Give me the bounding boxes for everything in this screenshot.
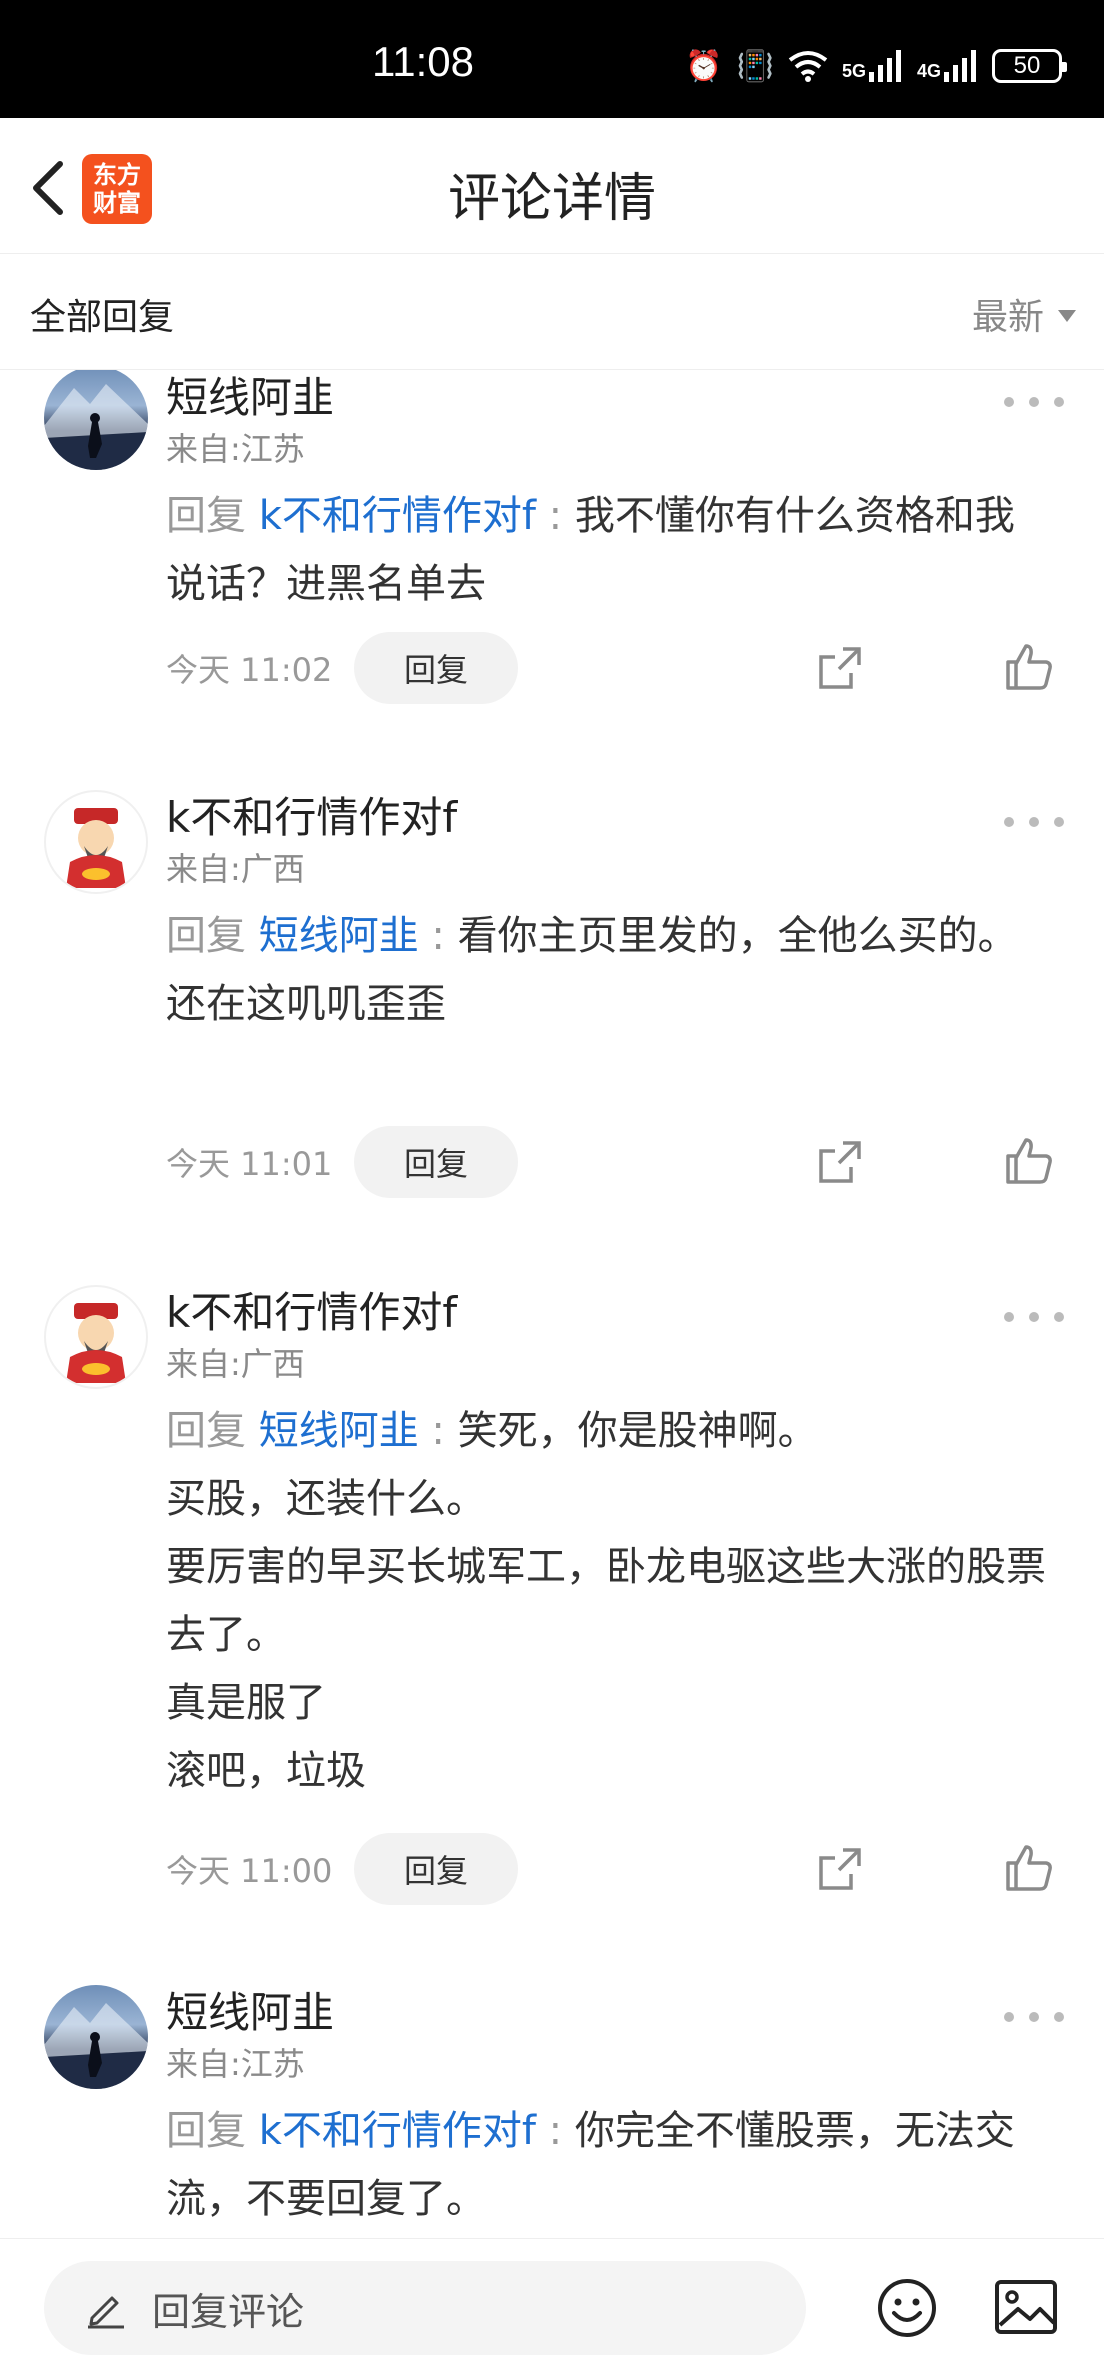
comment-meta: 今天 11:01 回复	[166, 1126, 518, 1198]
comment-location: 来自:江苏	[166, 430, 305, 468]
comment-body: 回复 k不和行情作对f : 你完全不懂股票，无法交流，不要回复了。	[166, 2108, 1015, 2222]
comment-body: 回复 k不和行情作对f : 我不懂你有什么资格和我说话？进黑名单去	[166, 493, 1015, 607]
more-dots-icon[interactable]	[1004, 2007, 1064, 2027]
pencil-icon	[88, 2296, 124, 2329]
avatar[interactable]	[44, 370, 148, 470]
comment-list[interactable]: 短线阿韭 来自:江苏 回复 k不和行情作对f : 我不懂你有什么资格和我说话？进…	[0, 370, 1104, 2238]
comment-location: 来自:广西	[166, 850, 305, 888]
comment-location: 来自:广西	[166, 1345, 305, 1383]
share-icon[interactable]	[815, 643, 865, 693]
mention-link[interactable]: k不和行情作对f	[259, 2108, 536, 2154]
image-icon[interactable]	[994, 2279, 1058, 2335]
sort-label: 最新	[971, 297, 1044, 338]
comment-body: 回复 短线阿韭 : 看你主页里发的，全他么买的。 还在这叽叽歪歪	[166, 913, 1018, 1027]
battery-icon: 50	[992, 49, 1067, 83]
comment-location: 来自:江苏	[166, 2045, 305, 2083]
reply-comment-input[interactable]: 回复评论	[44, 2261, 806, 2355]
more-dots-icon[interactable]	[1004, 392, 1064, 412]
comment-time: 今天 11:02	[166, 651, 333, 689]
signal-4g: 4G	[917, 50, 978, 82]
reply-button[interactable]: 回复	[354, 632, 518, 704]
comment-username[interactable]: k不和行情作对f	[166, 1279, 457, 1340]
dropdown-triangle-icon	[1058, 310, 1076, 322]
reply-placeholder: 回复评论	[152, 2289, 305, 2334]
emoji-icon[interactable]	[876, 2277, 938, 2339]
header: 东方 财富 评论详情	[0, 118, 1104, 254]
share-icon[interactable]	[815, 1137, 865, 1187]
signal-5g: 5G	[842, 50, 903, 82]
more-dots-icon[interactable]	[1004, 1307, 1064, 1327]
alarm-icon: ⏰	[685, 48, 723, 84]
share-icon[interactable]	[815, 1844, 865, 1894]
mention-link[interactable]: 短线阿韭	[259, 913, 419, 959]
more-dots-icon[interactable]	[1004, 812, 1064, 832]
comment-body: 回复 短线阿韭 : 笑死，你是股神啊。 买股，还装什么。 要厉害的早买长城军工，…	[166, 1408, 1046, 1794]
status-bar: 11:08 ⏰ 📳 5G 4G 50	[0, 0, 1104, 118]
bottom-bar: 回复评论	[0, 2238, 1104, 2376]
comment-username[interactable]: k不和行情作对f	[166, 784, 457, 845]
avatar[interactable]	[44, 790, 148, 894]
avatar[interactable]	[44, 1285, 148, 1389]
vibrate-icon: 📳	[736, 48, 774, 84]
mention-link[interactable]: 短线阿韭	[259, 1408, 419, 1454]
mention-link[interactable]: k不和行情作对f	[259, 493, 536, 539]
reply-button[interactable]: 回复	[354, 1833, 518, 1905]
avatar[interactable]	[44, 1985, 148, 2089]
all-replies-label: 全部回复	[30, 297, 175, 338]
sort-dropdown[interactable]: 最新	[972, 288, 1076, 340]
status-icons: ⏰ 📳 5G 4G 50	[685, 44, 1067, 88]
thumbs-up-icon[interactable]	[1004, 1843, 1054, 1893]
page-title: 评论详情	[447, 169, 656, 229]
comment-username[interactable]: 短线阿韭	[166, 370, 334, 425]
comment-time: 今天 11:00	[166, 1852, 333, 1890]
comment-meta: 今天 11:00 回复	[166, 1833, 518, 1905]
comment-username[interactable]: 短线阿韭	[166, 1979, 334, 2040]
replies-subheader: 全部回复 最新	[0, 254, 1104, 370]
comment-meta: 今天 11:02 回复	[166, 632, 518, 704]
wifi-icon	[788, 51, 828, 82]
reply-button[interactable]: 回复	[354, 1126, 518, 1198]
thumbs-up-icon[interactable]	[1004, 1136, 1054, 1186]
thumbs-up-icon[interactable]	[1004, 642, 1054, 692]
comment-time: 今天 11:01	[166, 1145, 333, 1183]
